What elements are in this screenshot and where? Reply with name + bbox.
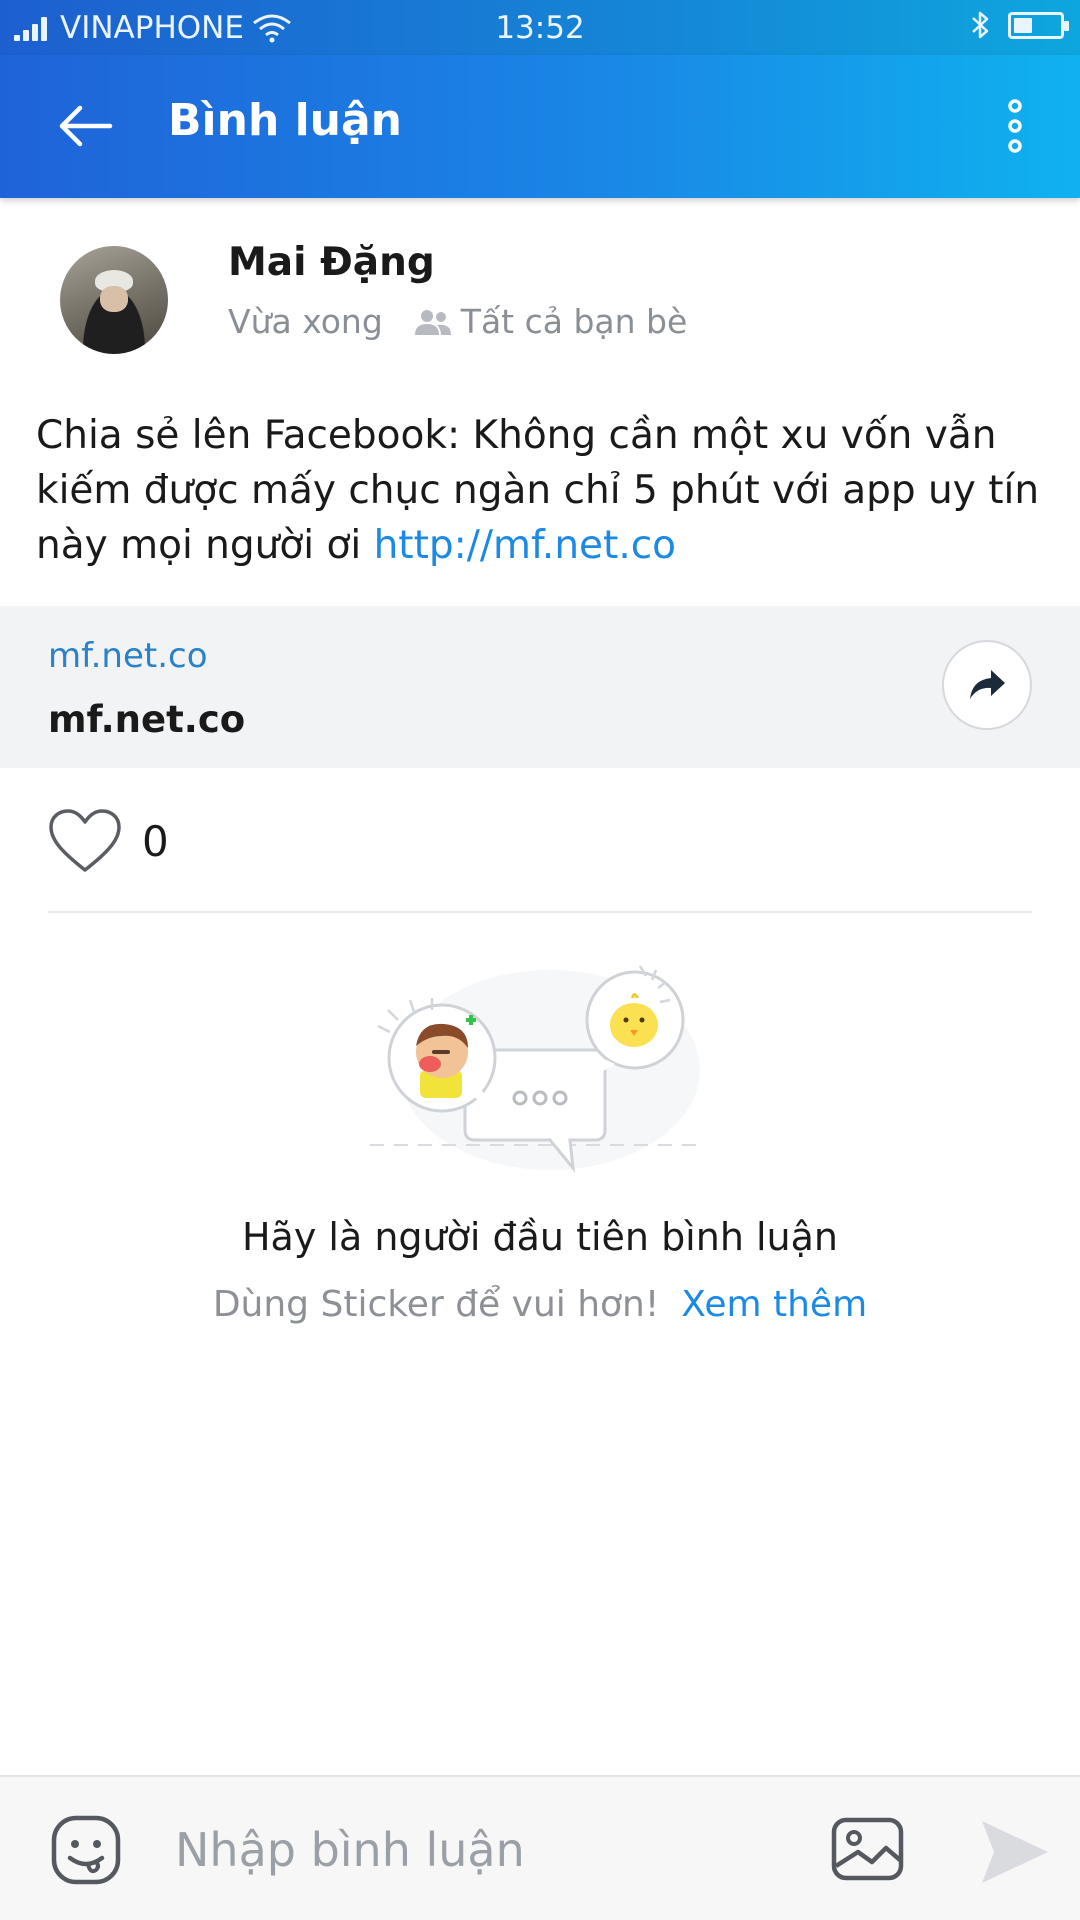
sticker-hint: Dùng Sticker để vui hơn! bbox=[212, 1284, 660, 1325]
post-link[interactable]: http://mf.net.co bbox=[374, 523, 676, 568]
battery-level bbox=[1014, 17, 1032, 33]
heart-icon[interactable] bbox=[48, 808, 122, 874]
divider bbox=[48, 911, 1032, 913]
empty-comments-illustration bbox=[370, 965, 700, 1173]
bluetooth-icon bbox=[972, 11, 989, 39]
post-meta: Vừa xong Tất cả bạn bè bbox=[228, 302, 687, 341]
emoji-icon[interactable] bbox=[50, 1814, 122, 1886]
empty-state-title: Hãy là người đầu tiên bình luận bbox=[241, 1215, 839, 1259]
arrow-left-icon bbox=[59, 105, 113, 147]
preview-domain: mf.net.co bbox=[48, 636, 208, 676]
preview-title: mf.net.co bbox=[48, 698, 246, 741]
more-vertical-icon bbox=[1008, 99, 1022, 153]
app-bar: Bình luận bbox=[0, 55, 1080, 198]
image-icon[interactable] bbox=[830, 1814, 905, 1884]
like-count: 0 bbox=[142, 816, 169, 866]
status-right bbox=[970, 10, 1069, 40]
post-privacy: Tất cả bạn bè bbox=[460, 302, 688, 341]
back-button[interactable] bbox=[40, 91, 130, 161]
share-arrow-icon bbox=[970, 670, 1005, 699]
comment-input-bar bbox=[0, 1775, 1080, 1920]
battery-icon bbox=[1008, 11, 1069, 39]
page-title: Bình luận bbox=[168, 95, 403, 146]
post-content: Chia sẻ lên Facebook: Không cần một xu v… bbox=[36, 408, 1046, 573]
friends-icon bbox=[414, 309, 451, 335]
comment-screen: VINAPHONE 13:52 Bình luận Mai Đặng Vừa x… bbox=[0, 0, 1080, 1920]
comment-input[interactable] bbox=[175, 1807, 785, 1893]
link-preview[interactable]: mf.net.co mf.net.co bbox=[0, 606, 1080, 768]
empty-state-subtitle: Dùng Sticker để vui hơn! Xem thêm bbox=[0, 1284, 1080, 1325]
post-time: Vừa xong bbox=[228, 302, 383, 341]
share-button[interactable] bbox=[942, 640, 1032, 730]
status-bar: VINAPHONE 13:52 bbox=[0, 0, 1080, 55]
author-name[interactable]: Mai Đặng bbox=[228, 240, 435, 285]
status-time: 13:52 bbox=[495, 10, 585, 46]
like-row: 0 bbox=[48, 808, 169, 874]
see-more-link[interactable]: Xem thêm bbox=[681, 1284, 867, 1325]
more-options-button[interactable] bbox=[980, 91, 1050, 161]
send-icon[interactable] bbox=[978, 1817, 1052, 1887]
avatar[interactable] bbox=[60, 246, 168, 354]
